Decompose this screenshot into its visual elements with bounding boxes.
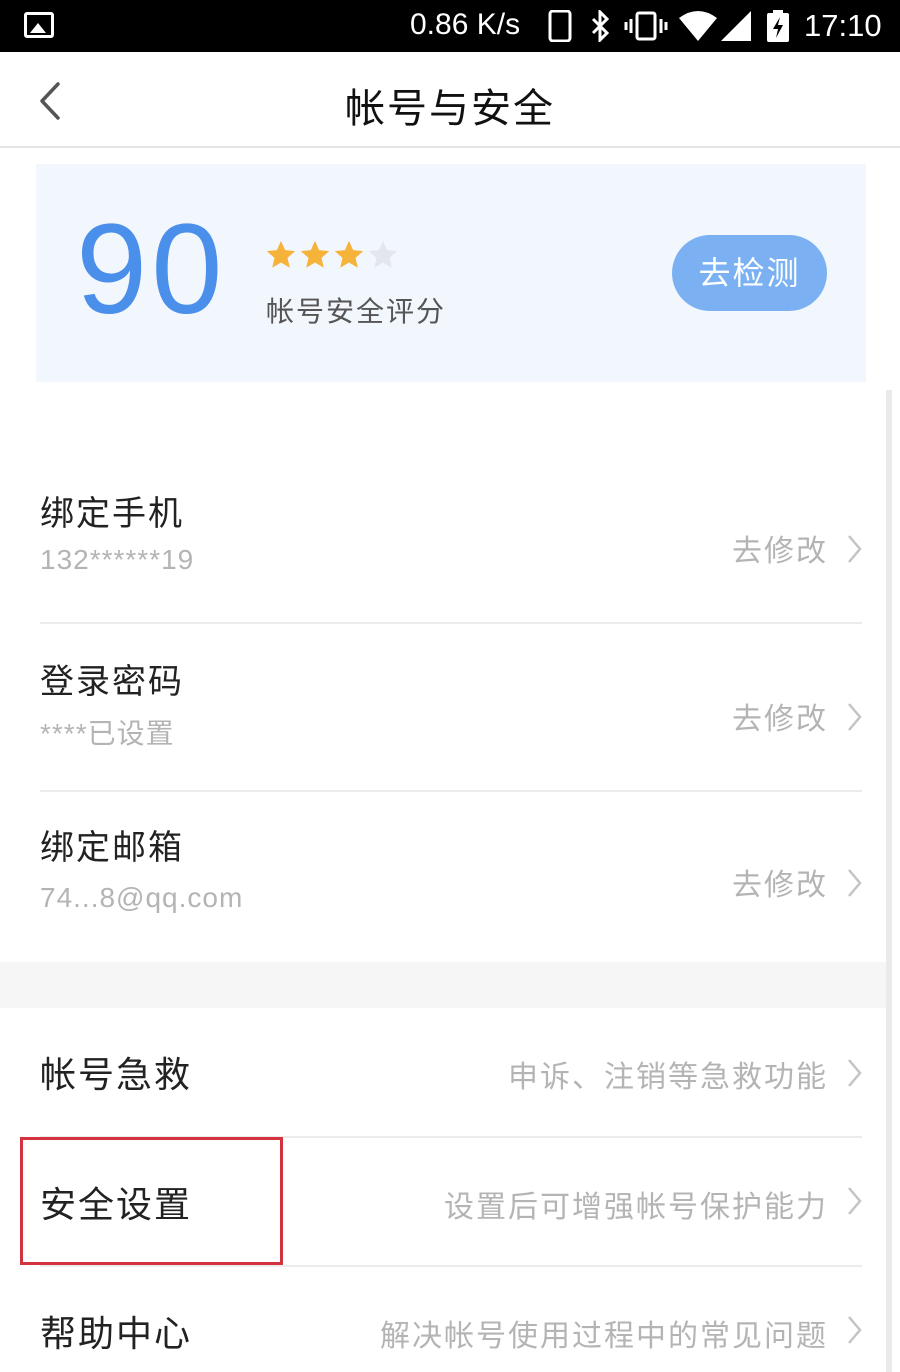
list-item-hint: 申诉、注销等急救功能 <box>508 1060 828 1095</box>
signal-icon <box>721 11 751 41</box>
edit-link[interactable]: 去修改 <box>732 694 828 738</box>
chevron-right-icon <box>848 703 862 731</box>
list-item-title: 绑定手机 <box>40 494 184 534</box>
list-item-title: 帮助中心 <box>40 1314 193 1355</box>
star-filled-icon <box>334 240 364 268</box>
star-filled-icon <box>300 240 330 268</box>
phone-icon <box>548 10 572 42</box>
network-speed: 0.86 K/s <box>410 8 521 41</box>
list-item-title: 绑定邮箱 <box>40 828 184 868</box>
list-item-value: 132******19 <box>40 544 195 575</box>
star-empty-icon <box>368 240 398 268</box>
list-item-account-rescue[interactable]: 帐号急救 申诉、注销等急救功能 <box>0 1010 886 1136</box>
section-gap <box>0 962 886 1008</box>
security-score: 90 <box>76 198 227 341</box>
clock: 17:10 <box>804 8 882 43</box>
list-item-bind-phone[interactable]: 绑定手机 132******19 去修改 <box>0 470 886 622</box>
list-item-value: 74...8@qq.com <box>40 882 244 913</box>
list-item-bind-email[interactable]: 绑定邮箱 74...8@qq.com 去修改 <box>0 806 886 960</box>
page-title: 帐号与安全 <box>345 86 555 132</box>
bluetooth-icon <box>591 10 610 42</box>
edit-link[interactable]: 去修改 <box>732 526 828 570</box>
chevron-right-icon <box>848 535 862 563</box>
battery-icon <box>767 10 789 42</box>
list-item-help-center[interactable]: 帮助中心 解决帐号使用过程中的常见问题 <box>0 1267 886 1372</box>
detect-button[interactable]: 去检测 <box>672 235 827 311</box>
security-score-card: 90 帐号安全评分 去检测 <box>36 164 866 382</box>
chevron-right-icon <box>848 1059 862 1087</box>
star-filled-icon <box>266 240 296 268</box>
star-rating <box>264 238 400 272</box>
edit-link[interactable]: 去修改 <box>732 860 828 904</box>
security-score-label: 帐号安全评分 <box>266 295 447 328</box>
scrollbar[interactable] <box>886 390 892 1372</box>
divider <box>40 790 862 792</box>
list-item-title: 帐号急救 <box>40 1055 193 1096</box>
gallery-icon <box>24 12 54 38</box>
divider <box>40 622 862 624</box>
vibrate-icon <box>624 11 668 41</box>
list-item-value: ****已设置 <box>40 718 175 749</box>
chevron-right-icon <box>848 1187 862 1215</box>
title-bar: 帐号与安全 <box>0 52 900 148</box>
wifi-icon <box>679 11 717 41</box>
status-bar: 0.86 K/s 17:10 <box>0 0 900 52</box>
highlight-annotation-box <box>20 1137 283 1265</box>
list-item-hint: 设置后可增强帐号保护能力 <box>444 1190 828 1225</box>
chevron-right-icon <box>848 1316 862 1344</box>
list-item-login-password[interactable]: 登录密码 ****已设置 去修改 <box>0 640 886 790</box>
list-item-title: 登录密码 <box>40 662 184 702</box>
chevron-right-icon <box>848 869 862 897</box>
list-item-hint: 解决帐号使用过程中的常见问题 <box>380 1319 828 1354</box>
